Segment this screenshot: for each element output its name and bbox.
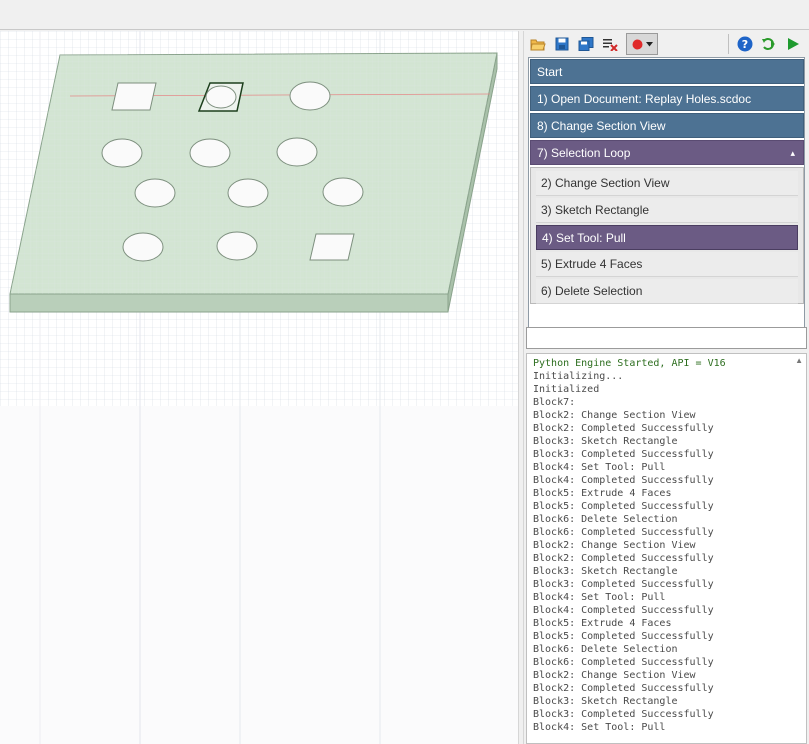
- console-line: Block4: Set Tool: Pull: [533, 462, 666, 473]
- replay-icon[interactable]: [759, 34, 779, 54]
- clear-icon[interactable]: [600, 34, 620, 54]
- console-line: Block2: Completed Successfully: [533, 553, 714, 564]
- console-line: Block2: Change Section View: [533, 540, 696, 551]
- collapse-caret-icon[interactable]: ▴: [790, 141, 795, 166]
- console-line: Block5: Completed Successfully: [533, 501, 714, 512]
- record-icon: [632, 39, 642, 49]
- console-line: Block2: Completed Successfully: [533, 683, 714, 694]
- console-line: Initializing...: [533, 371, 624, 382]
- console-line: Block4: Set Tool: Pull: [533, 722, 666, 733]
- loop-item-delete-selection[interactable]: 6) Delete Selection: [536, 279, 798, 304]
- rect-hole: [309, 233, 355, 261]
- toolbar-separator: [728, 34, 729, 54]
- help-icon[interactable]: ?: [735, 34, 755, 54]
- console-line: Block3: Completed Successfully: [533, 709, 714, 720]
- viewport-graphics: [0, 31, 518, 744]
- 3d-viewport[interactable]: [0, 31, 518, 744]
- loop-item-sketch-rectangle[interactable]: 3) Sketch Rectangle: [536, 198, 798, 223]
- console-line: Block2: Change Section View: [533, 410, 696, 421]
- loop-children: 2) Change Section View 3) Sketch Rectang…: [530, 167, 804, 304]
- command-input[interactable]: [526, 327, 807, 349]
- plate-body[interactable]: [9, 52, 498, 313]
- step-start[interactable]: Start: [530, 59, 804, 84]
- script-toolbar: ?: [524, 31, 809, 57]
- output-console[interactable]: ▲ Python Engine Started, API = V16 Initi…: [526, 353, 807, 744]
- console-line: Block3: Sketch Rectangle: [533, 436, 678, 447]
- console-line: Initialized: [533, 384, 600, 395]
- console-line: Block3: Completed Successfully: [533, 449, 714, 460]
- save-icon[interactable]: [552, 34, 572, 54]
- step-open-document[interactable]: 1) Open Document: Replay Holes.scdoc: [530, 86, 804, 111]
- console-line: Block3: Sketch Rectangle: [533, 696, 678, 707]
- console-line: Block2: Completed Successfully: [533, 423, 714, 434]
- step-selection-loop-label: 7) Selection Loop: [537, 146, 631, 160]
- scripting-panel: ? Start 1) Open Document: Replay Holes.s…: [524, 31, 809, 744]
- svg-text:?: ?: [742, 38, 748, 51]
- console-line: Python Engine Started, API = V16: [533, 358, 726, 369]
- script-steps-tree: Start 1) Open Document: Replay Holes.scd…: [528, 57, 805, 336]
- console-line: Block5: Extrude 4 Faces: [533, 618, 672, 629]
- loop-item-extrude-faces[interactable]: 5) Extrude 4 Faces: [536, 252, 798, 277]
- console-line: Block6: Completed Successfully: [533, 657, 714, 668]
- console-line: Block4: Completed Successfully: [533, 475, 714, 486]
- step-change-section-view[interactable]: 8) Change Section View: [530, 113, 804, 138]
- open-icon[interactable]: [528, 34, 548, 54]
- save-as-icon[interactable]: [576, 34, 596, 54]
- window-top-strip: [0, 0, 809, 30]
- console-line: Block4: Set Tool: Pull: [533, 592, 666, 603]
- loop-item-change-section-view[interactable]: 2) Change Section View: [536, 171, 798, 196]
- console-line: Block6: Delete Selection: [533, 644, 678, 655]
- console-line: Block3: Sketch Rectangle: [533, 566, 678, 577]
- console-line: Block2: Change Section View: [533, 670, 696, 681]
- console-line: Block5: Extrude 4 Faces: [533, 488, 672, 499]
- console-line: Block3: Completed Successfully: [533, 579, 714, 590]
- rect-hole: [111, 82, 157, 111]
- run-icon[interactable]: [783, 34, 803, 54]
- console-line: Block6: Completed Successfully: [533, 527, 714, 538]
- record-button[interactable]: [626, 33, 658, 55]
- loop-item-set-tool-pull[interactable]: 4) Set Tool: Pull: [536, 225, 798, 250]
- console-line: Block7:: [533, 397, 576, 408]
- console-line: Block6: Delete Selection: [533, 514, 678, 525]
- scroll-up-icon[interactable]: ▲: [795, 356, 803, 365]
- console-line: Block4: Completed Successfully: [533, 605, 714, 616]
- chevron-down-icon: [645, 41, 653, 46]
- background-lower: [0, 406, 518, 744]
- step-selection-loop[interactable]: 7) Selection Loop ▴: [530, 140, 804, 165]
- console-line: Block5: Completed Successfully: [533, 631, 714, 642]
